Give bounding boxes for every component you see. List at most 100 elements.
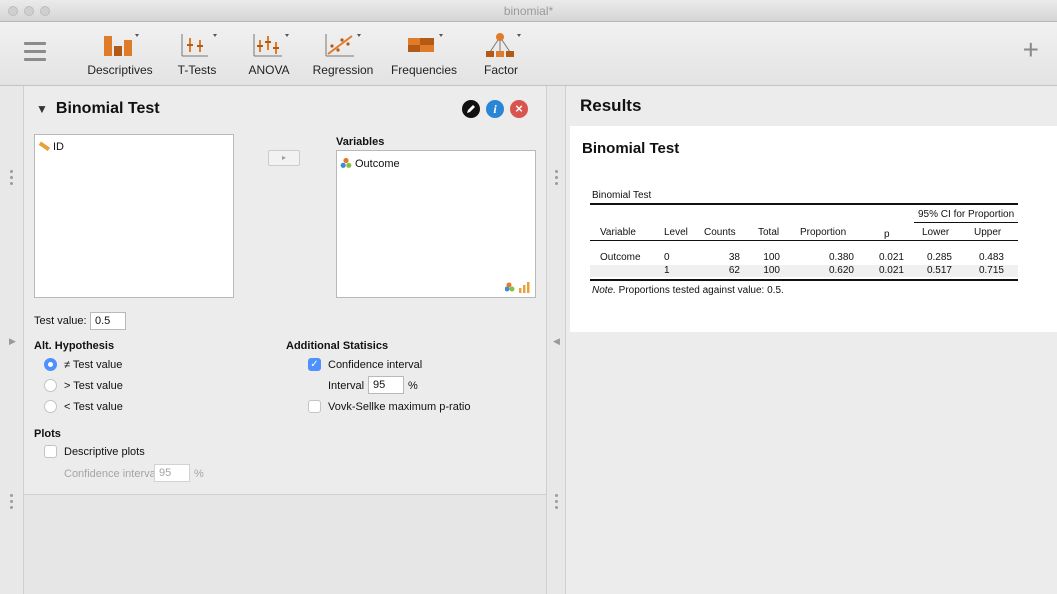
- expand-arrow-icon[interactable]: ▶: [9, 336, 16, 347]
- plots-label: Plots: [34, 428, 61, 440]
- regression-button[interactable]: Regression: [310, 30, 376, 82]
- table-row-stripe: [590, 265, 1018, 277]
- radio-greater[interactable]: [44, 379, 57, 392]
- plot-ci-label: Confidence interval: [64, 468, 159, 480]
- plot-ci-input[interactable]: [154, 464, 190, 482]
- table-cell: 62: [728, 265, 740, 276]
- vovk-sellke-checkbox[interactable]: [308, 400, 321, 413]
- table-cell: 0.021: [878, 252, 904, 263]
- radio-label: < Test value: [64, 401, 123, 413]
- list-item[interactable]: ID: [38, 140, 64, 153]
- table-cell: 100: [763, 252, 780, 263]
- anova-icon: [253, 34, 289, 57]
- column-header: Variable: [600, 227, 636, 238]
- list-item[interactable]: Outcome: [340, 157, 400, 170]
- results-title: Results: [580, 96, 642, 115]
- test-value-input[interactable]: [90, 312, 126, 330]
- collapse-arrow-icon[interactable]: ▼: [36, 102, 48, 116]
- drag-handle-icon[interactable]: [555, 494, 559, 512]
- descriptives-icon: [104, 34, 139, 56]
- analysis-title[interactable]: ▼ Binomial Test: [36, 100, 160, 118]
- table-cell: 0.620: [828, 265, 854, 276]
- pencil-icon: [467, 105, 475, 113]
- results-sheet: Binomial Test Binomial Test 95% CI for P…: [570, 126, 1057, 332]
- ruler-icon: [38, 141, 51, 152]
- selected-variables-list[interactable]: Outcome: [336, 150, 536, 298]
- results-panel: Results Binomial Test Binomial Test 95% …: [566, 86, 1057, 594]
- t-tests-icon: [181, 34, 217, 57]
- info-button[interactable]: i: [486, 100, 504, 118]
- available-variables-list[interactable]: ID: [34, 134, 234, 298]
- ribbon-toolbar: Descriptives T-Tests ANOVA Regression Fr…: [0, 22, 1057, 86]
- table-cell: 1: [664, 265, 670, 276]
- radio-label: > Test value: [64, 380, 123, 392]
- remove-analysis-button[interactable]: ×: [510, 100, 528, 118]
- factor-icon: [486, 33, 521, 57]
- drag-handle-icon[interactable]: [10, 494, 14, 512]
- move-variable-button[interactable]: ▸: [268, 150, 300, 166]
- alt-hypothesis-label: Alt. Hypothesis: [34, 340, 115, 352]
- drag-handle-icon[interactable]: [555, 170, 559, 188]
- factor-button[interactable]: Factor: [476, 30, 526, 82]
- interval-input[interactable]: [368, 376, 404, 394]
- panel-divider[interactable]: ◀: [546, 86, 566, 594]
- drag-handle-icon[interactable]: [10, 170, 14, 188]
- menu-icon[interactable]: [24, 42, 46, 62]
- table-cell: 0.021: [878, 265, 904, 276]
- nominal-icon: [340, 157, 352, 168]
- test-value-label: Test value:: [34, 315, 87, 327]
- descriptives-button[interactable]: Descriptives: [84, 30, 156, 82]
- left-collapse-strip[interactable]: ▶: [0, 86, 24, 594]
- add-module-button[interactable]: +: [1023, 36, 1039, 64]
- regression-icon: [325, 34, 361, 57]
- arrow-right-icon: ▸: [281, 153, 286, 162]
- column-header: Lower: [922, 227, 950, 238]
- column-header: Total: [758, 227, 780, 238]
- ci-header: 95% CI for Proportion: [918, 209, 1015, 220]
- window-title: binomial*: [503, 4, 554, 18]
- checkbox-label: Confidence interval: [328, 359, 423, 371]
- table-cell: 100: [763, 265, 780, 276]
- checkbox-label: Descriptive plots: [64, 446, 145, 458]
- checkbox-label: Vovk-Sellke maximum p-ratio: [328, 401, 471, 413]
- edit-title-button[interactable]: [462, 100, 480, 118]
- table-cell: 0: [664, 252, 670, 263]
- radio-less[interactable]: [44, 400, 57, 413]
- radio-label: ≠ Test value: [64, 359, 123, 371]
- table-caption: Binomial Test: [592, 190, 652, 201]
- column-header: Level: [664, 227, 688, 238]
- table-cell: Outcome: [600, 252, 641, 263]
- t-tests-button[interactable]: T-Tests: [172, 30, 222, 82]
- descriptive-plots-checkbox[interactable]: [44, 445, 57, 458]
- column-header: Upper: [974, 227, 1002, 238]
- table-top-rule: [590, 203, 1018, 205]
- allowed-types-icon: [505, 282, 530, 293]
- column-header: Counts: [704, 227, 736, 238]
- table-cell: 0.715: [978, 265, 1004, 276]
- table-note: Note. Proportions tested against value: …: [592, 285, 784, 296]
- table-cell: 38: [728, 252, 740, 263]
- table-header-rule: [590, 240, 1018, 241]
- table-cell: 0.483: [978, 252, 1004, 263]
- ci-header-rule: [914, 222, 1018, 223]
- frequencies-button[interactable]: Frequencies: [388, 30, 460, 82]
- percent-label: %: [408, 380, 418, 392]
- collapse-arrow-icon[interactable]: ◀: [553, 336, 560, 347]
- anova-button[interactable]: ANOVA: [244, 30, 294, 82]
- percent-label: %: [194, 468, 204, 480]
- column-header: Proportion: [800, 227, 847, 238]
- variables-label: Variables: [336, 136, 385, 148]
- interval-label: Interval: [328, 380, 365, 392]
- results-heading[interactable]: Binomial Test: [582, 140, 679, 157]
- column-header: p: [884, 229, 890, 240]
- close-icon: ×: [515, 101, 523, 116]
- table-bottom-rule: [590, 279, 1018, 281]
- radio-not-equal[interactable]: [44, 358, 57, 371]
- table-cell: 0.517: [926, 265, 952, 276]
- info-icon: i: [493, 102, 497, 116]
- table-cell: 0.285: [926, 252, 952, 263]
- table-cell: 0.380: [828, 252, 854, 263]
- frequencies-icon: [408, 34, 443, 52]
- additional-statistics-label: Additional Statisics: [286, 340, 389, 352]
- confidence-interval-checkbox[interactable]: ✓: [308, 358, 321, 371]
